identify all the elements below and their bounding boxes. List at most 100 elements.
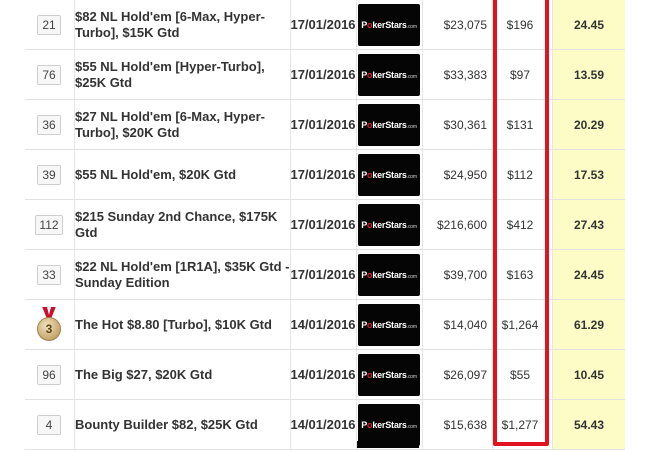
tournament-date: 17/01/2016 bbox=[290, 17, 356, 32]
tournament-date: 14/01/2016 bbox=[290, 317, 356, 332]
table-row[interactable]: 4 Bounty Builder $82, $25K Gtd 14/01/201… bbox=[25, 400, 625, 450]
finish-position-cell: 39 bbox=[25, 150, 73, 199]
finish-position: 21 bbox=[37, 14, 61, 35]
tournament-name[interactable]: $215 Sunday 2nd Chance, $175K Gtd bbox=[75, 200, 290, 249]
tournament-name[interactable]: $55 NL Hold'em, $20K Gtd bbox=[75, 150, 290, 199]
prize-pool: $26,097 bbox=[443, 367, 487, 382]
finish-position-cell: 3 bbox=[25, 300, 73, 349]
winnings: $196 bbox=[506, 17, 534, 32]
finish-position-cell: 4 bbox=[25, 400, 73, 449]
pokerstars-logo-text: PokerStars.com bbox=[361, 419, 417, 430]
table-row[interactable]: 96 The Big $27, $20K Gtd 14/01/2016 Poke… bbox=[25, 350, 625, 400]
finish-position: 112 bbox=[35, 214, 63, 235]
prize-pool: $14,040 bbox=[443, 317, 487, 332]
tournament-date: 17/01/2016 bbox=[290, 217, 356, 232]
tournament-name[interactable]: $55 NL Hold'em [Hyper-Turbo], $25K Gtd bbox=[75, 50, 290, 99]
tournament-name[interactable]: The Hot $8.80 [Turbo], $10K Gtd bbox=[75, 300, 290, 349]
pokerstars-logo: PokerStars.com bbox=[358, 103, 420, 146]
finish-position: 3 bbox=[37, 316, 61, 341]
tournament-name[interactable]: $27 NL Hold'em [6-Max, Hyper-Turbo], $20… bbox=[75, 100, 290, 149]
finish-position-cell: 96 bbox=[25, 350, 73, 399]
prize-pool: $15,638 bbox=[443, 417, 487, 432]
site-logo-cell: PokerStars.com bbox=[357, 150, 421, 199]
table-row[interactable]: 21 $82 NL Hold'em [6-Max, Hyper-Turbo], … bbox=[25, 0, 625, 50]
pokerstars-logo-text: PokerStars.com bbox=[361, 69, 417, 80]
pokerstars-logo-text: PokerStars.com bbox=[361, 19, 417, 30]
winnings: $97 bbox=[509, 67, 531, 82]
pokerstars-logo-text: PokerStars.com bbox=[361, 369, 417, 380]
prize-pool: $33,383 bbox=[443, 67, 487, 82]
tournament-name[interactable]: The Big $27, $20K Gtd bbox=[75, 350, 290, 399]
table-row[interactable]: 112 $215 Sunday 2nd Chance, $175K Gtd 17… bbox=[25, 200, 625, 250]
tournament-date: 14/01/2016 bbox=[290, 367, 356, 382]
site-logo-cell: PokerStars.com bbox=[357, 50, 421, 99]
pokerstars-logo: PokerStars.com bbox=[358, 403, 420, 446]
prize-pool: $216,600 bbox=[436, 217, 487, 232]
finish-position: 39 bbox=[37, 164, 61, 185]
tournament-date: 17/01/2016 bbox=[290, 117, 356, 132]
site-logo-cell: PokerStars.com bbox=[357, 200, 421, 249]
winnings: $131 bbox=[506, 117, 534, 132]
table-row[interactable]: 39 $55 NL Hold'em, $20K Gtd 17/01/2016 P… bbox=[25, 150, 625, 200]
finish-position-cell: 36 bbox=[25, 100, 73, 149]
bronze-medal-icon: 3 bbox=[36, 306, 62, 343]
pokerstars-logo-text: PokerStars.com bbox=[361, 319, 417, 330]
score: 61.29 bbox=[553, 300, 625, 349]
pokerstars-logo-text: PokerStars.com bbox=[361, 219, 417, 230]
finish-position: 33 bbox=[37, 264, 61, 285]
winnings: $112 bbox=[507, 167, 533, 182]
pokerstars-logo-text: PokerStars.com bbox=[361, 169, 417, 180]
tournament-date: 17/01/2016 bbox=[290, 67, 356, 82]
finish-position-cell: 112 bbox=[25, 200, 73, 249]
tournament-date: 17/01/2016 bbox=[290, 267, 356, 282]
tournament-name[interactable]: $82 NL Hold'em [6-Max, Hyper-Turbo], $15… bbox=[75, 0, 290, 49]
winnings: $163 bbox=[506, 267, 534, 282]
prize-pool: $24,950 bbox=[443, 167, 487, 182]
score: 24.45 bbox=[553, 250, 625, 299]
score: 13.59 bbox=[553, 50, 625, 99]
results-table: 21 $82 NL Hold'em [6-Max, Hyper-Turbo], … bbox=[25, 0, 625, 450]
prize-pool: $39,700 bbox=[443, 267, 487, 282]
pokerstars-logo: PokerStars.com bbox=[358, 203, 420, 246]
pokerstars-logo: PokerStars.com bbox=[358, 353, 420, 396]
site-logo-cell: PokerStars.com bbox=[357, 100, 421, 149]
finish-position-cell: 76 bbox=[25, 50, 73, 99]
pokerstars-logo: PokerStars.com bbox=[358, 53, 420, 96]
pokerstars-logo-text: PokerStars.com bbox=[361, 269, 417, 280]
pokerstars-logo: PokerStars.com bbox=[358, 303, 420, 346]
table-row[interactable]: 3 The Hot $8.80 [Turbo], $10K Gtd 14/01/… bbox=[25, 300, 625, 350]
score: 24.45 bbox=[553, 0, 625, 49]
tournament-name[interactable]: $22 NL Hold'em [1R1A], $35K Gtd - Sunday… bbox=[75, 250, 290, 299]
site-logo-cell: PokerStars.com bbox=[357, 0, 421, 49]
winnings: $1,264 bbox=[501, 317, 539, 332]
pokerstars-logo: PokerStars.com bbox=[358, 3, 420, 46]
score: 20.29 bbox=[553, 100, 625, 149]
score: 17.53 bbox=[553, 150, 625, 199]
score: 54.43 bbox=[553, 400, 625, 449]
prize-pool: $23,075 bbox=[443, 17, 487, 32]
table-row[interactable]: 76 $55 NL Hold'em [Hyper-Turbo], $25K Gt… bbox=[25, 50, 625, 100]
finish-position-cell: 33 bbox=[25, 250, 73, 299]
pokerstars-logo: PokerStars.com bbox=[358, 253, 420, 296]
prize-pool: $30,361 bbox=[443, 117, 487, 132]
tournament-date: 17/01/2016 bbox=[290, 167, 356, 182]
partial-pokerstars-logo bbox=[357, 441, 419, 448]
finish-position: 76 bbox=[37, 64, 61, 85]
pokerstars-logo-text: PokerStars.com bbox=[361, 119, 417, 130]
winnings: $412 bbox=[506, 217, 534, 232]
finish-position: 4 bbox=[37, 414, 61, 435]
finish-position: 36 bbox=[37, 114, 61, 135]
finish-position-cell: 21 bbox=[25, 0, 73, 49]
tournament-name[interactable]: Bounty Builder $82, $25K Gtd bbox=[75, 400, 290, 449]
winnings: $1,277 bbox=[501, 417, 539, 432]
finish-position: 96 bbox=[37, 364, 61, 385]
score: 10.45 bbox=[553, 350, 625, 399]
site-logo-cell: PokerStars.com bbox=[357, 350, 421, 399]
tournament-date: 14/01/2016 bbox=[290, 417, 356, 432]
winnings: $55 bbox=[509, 367, 531, 382]
table-row[interactable]: 36 $27 NL Hold'em [6-Max, Hyper-Turbo], … bbox=[25, 100, 625, 150]
pokerstars-logo: PokerStars.com bbox=[358, 153, 420, 196]
score: 27.43 bbox=[553, 200, 625, 249]
table-row[interactable]: 33 $22 NL Hold'em [1R1A], $35K Gtd - Sun… bbox=[25, 250, 625, 300]
site-logo-cell: PokerStars.com bbox=[357, 300, 421, 349]
